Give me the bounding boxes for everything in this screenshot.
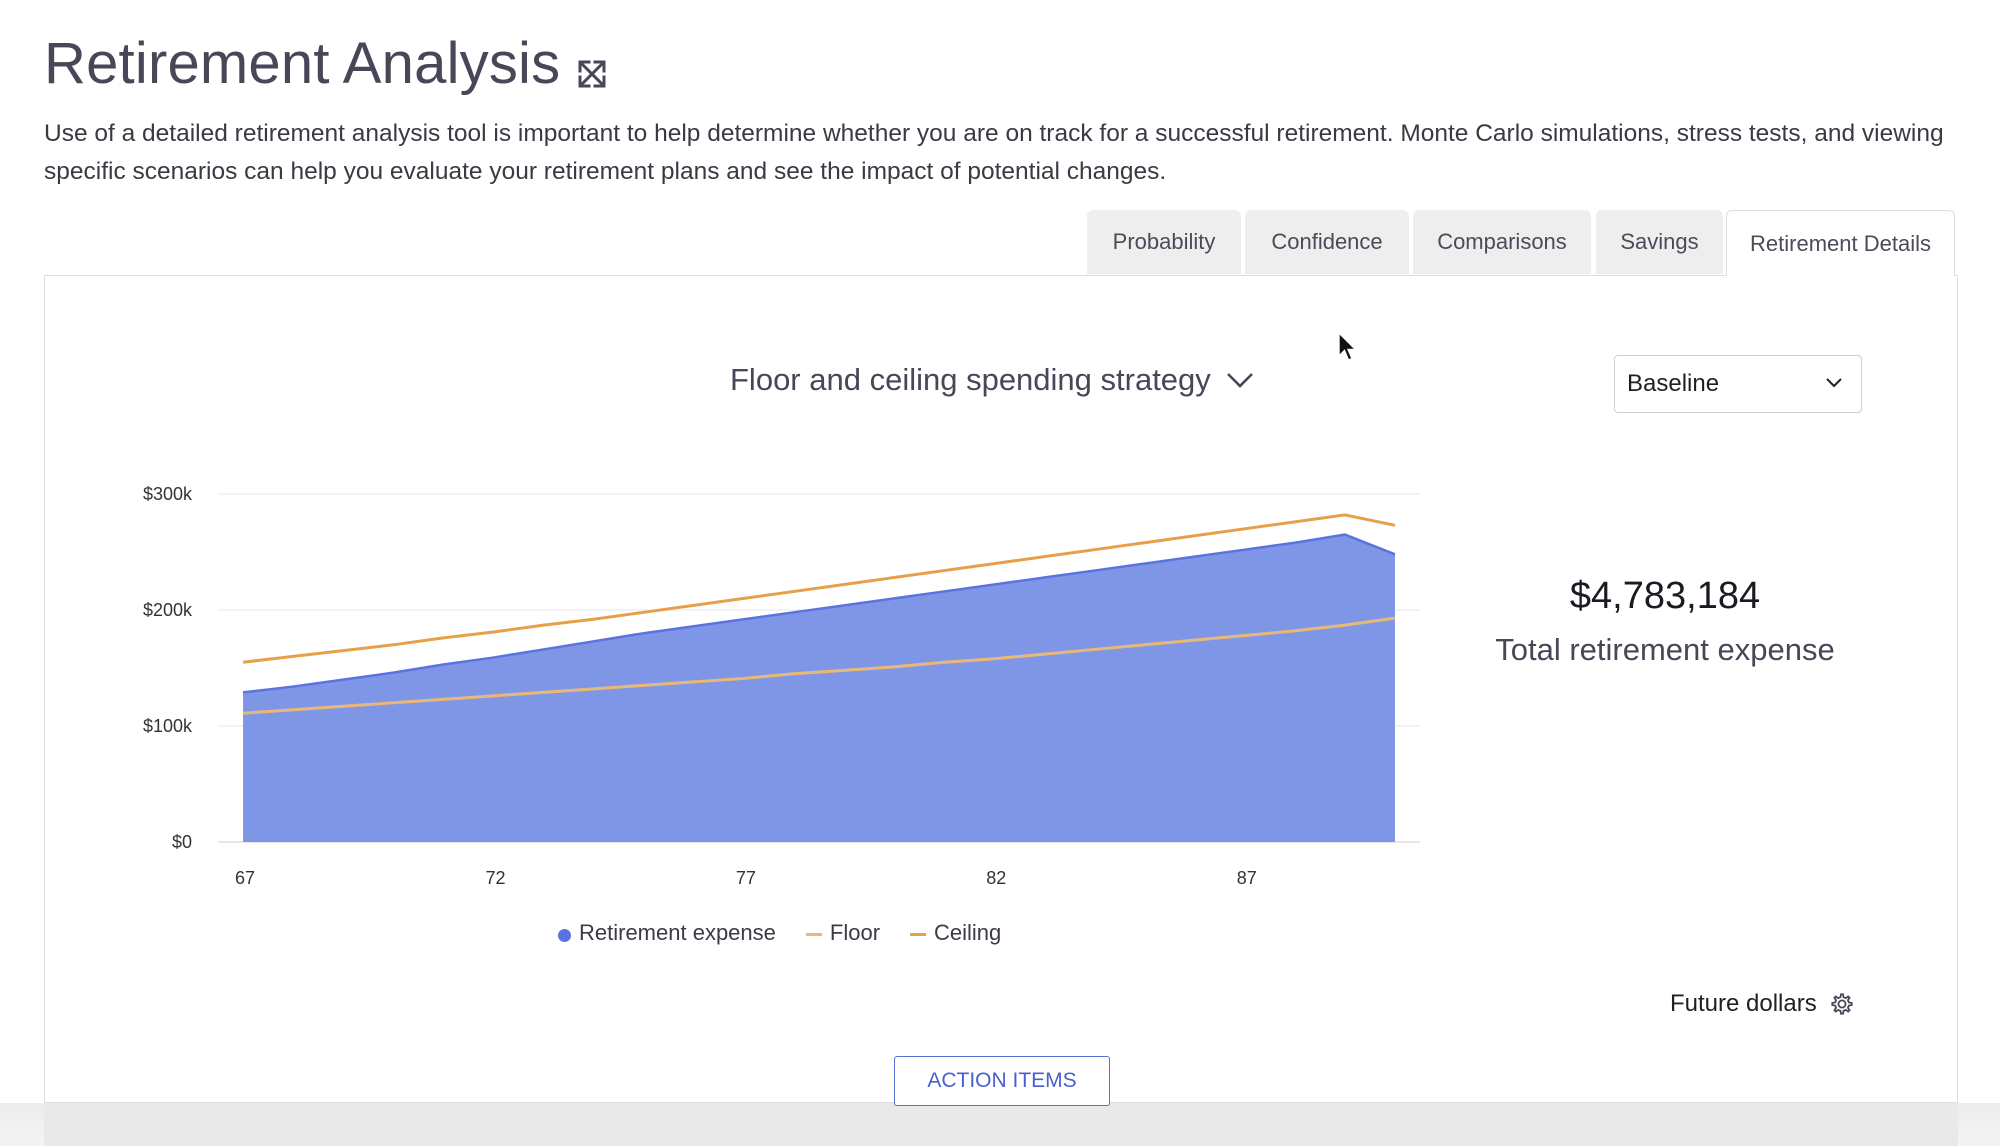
tab-retirement-details[interactable]: Retirement Details	[1726, 210, 1955, 276]
y-tick-label: $100k	[143, 716, 193, 736]
y-tick-label: $200k	[143, 600, 193, 620]
x-tick-label: 82	[986, 868, 1006, 888]
x-tick-label: 77	[736, 868, 756, 888]
bottom-strip-inner	[44, 1103, 1958, 1146]
legend-swatch-ceiling	[910, 933, 927, 936]
legend-swatch-expense	[558, 928, 571, 942]
gear-icon[interactable]	[1829, 991, 1855, 1017]
legend-label: Ceiling	[934, 920, 1002, 945]
dollars-label: Future dollars	[1670, 990, 1817, 1017]
y-tick-label: $0	[172, 832, 192, 852]
dollars-setting: Future dollars	[1670, 990, 1855, 1018]
total-expense-label: Total retirement expense	[1495, 632, 1835, 667]
series-area-retirement-expense	[243, 534, 1395, 842]
x-tick-label: 67	[235, 868, 255, 888]
legend-label: Retirement expense	[579, 920, 776, 945]
bottom-strip	[0, 1103, 2000, 1146]
retirement-expense-chart: $0 $100k $200k $300k 67 72 77 82 87	[143, 484, 1420, 888]
x-tick-label: 87	[1237, 868, 1257, 888]
y-tick-label: $300k	[143, 484, 193, 504]
legend-item-floor[interactable]: Floor	[805, 920, 881, 946]
legend-swatch-floor	[805, 933, 822, 936]
legend-label: Floor	[829, 920, 881, 945]
x-tick-label: 72	[485, 868, 505, 888]
action-items-button[interactable]: ACTION ITEMS	[894, 1056, 1110, 1106]
mouse-cursor-icon	[1338, 332, 1358, 361]
legend-item-retirement-expense[interactable]: Retirement expense	[558, 920, 776, 946]
total-expense-value: $4,783,184	[1569, 575, 1761, 617]
chart-legend: Retirement expense Floor Ceiling	[558, 920, 1031, 946]
legend-item-ceiling[interactable]: Ceiling	[910, 920, 1001, 946]
